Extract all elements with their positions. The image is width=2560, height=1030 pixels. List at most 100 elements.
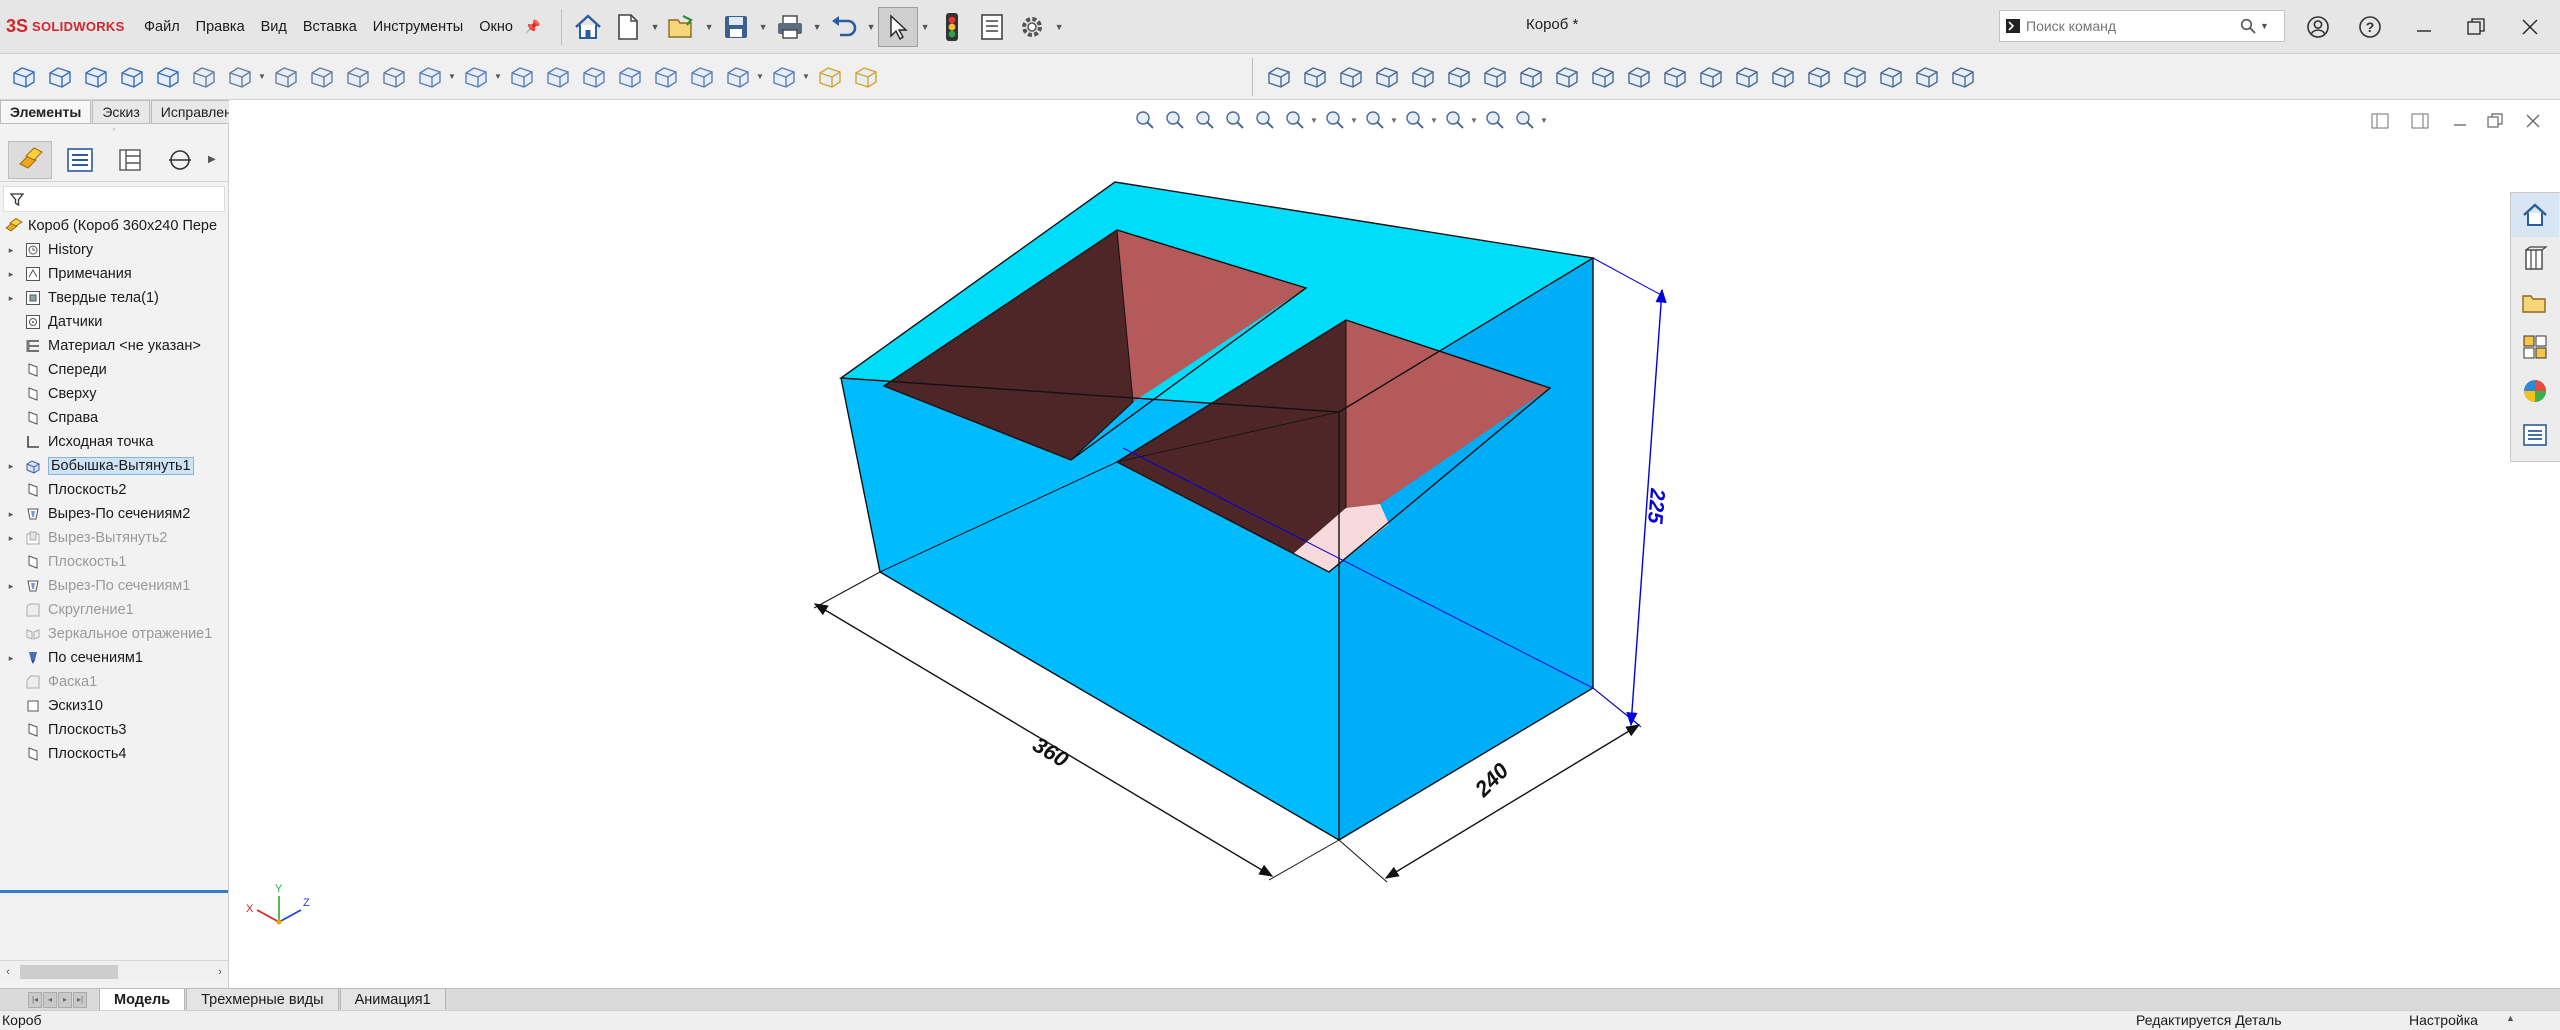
viewport-restore-icon[interactable] — [2478, 107, 2512, 135]
solidworks-resources-home-icon[interactable] — [2511, 193, 2559, 237]
tab-model[interactable]: Модель — [99, 988, 186, 1011]
rib-icon[interactable] — [504, 58, 540, 96]
last-tab-icon[interactable]: ▸| — [73, 991, 87, 1008]
units-dropdown-icon[interactable]: ▲ — [2506, 1013, 2515, 1023]
toolbar-dropdown-icon[interactable]: ▼ — [258, 72, 268, 81]
section-view-icon[interactable] — [1220, 105, 1250, 135]
hud-dropdown-icon[interactable]: ▼ — [1350, 116, 1360, 125]
tree-item[interactable]: ▸ History — [0, 238, 228, 262]
expand-arrow-icon[interactable]: ▸ — [0, 461, 22, 472]
help-icon[interactable]: ? — [2350, 8, 2390, 46]
expand-arrow-icon[interactable]: ▸ — [0, 533, 22, 544]
open-dropdown-icon[interactable]: ▼ — [702, 22, 716, 32]
tab-3d-views[interactable]: Трехмерные виды — [186, 988, 339, 1011]
save-dropdown-icon[interactable]: ▼ — [756, 22, 770, 32]
hud-dropdown-icon[interactable]: ▼ — [1540, 116, 1550, 125]
prev-tab-icon[interactable]: ◂ — [43, 991, 57, 1008]
first-tab-icon[interactable]: |◂ — [28, 991, 42, 1008]
boundary-cut-icon[interactable] — [376, 58, 412, 96]
reference-geometry-icon[interactable] — [720, 58, 756, 96]
section-properties-icon[interactable] — [1369, 58, 1405, 96]
save-icon[interactable] — [716, 7, 756, 47]
curves-icon[interactable] — [766, 58, 802, 96]
dimension-height-value[interactable]: 225 — [1643, 487, 1669, 525]
extruded-cut-icon[interactable] — [186, 58, 222, 96]
reload-icon[interactable] — [1729, 58, 1765, 96]
tree-item[interactable]: Плоскость2 — [0, 478, 228, 502]
linear-pattern-icon[interactable] — [458, 58, 494, 96]
thickness-icon[interactable] — [1837, 58, 1873, 96]
menu-insert[interactable]: Вставка — [295, 19, 365, 35]
tree-item[interactable]: ▸ Твердые тела(1) — [0, 286, 228, 310]
tab-animation[interactable]: Анимация1 — [339, 988, 446, 1011]
tree-item[interactable]: Скругление1 — [0, 598, 228, 622]
solidworks-logo[interactable]: 3S SOLIDWORKS — [0, 0, 136, 54]
menu-file[interactable]: Файл — [136, 19, 188, 35]
file-properties-icon[interactable] — [972, 7, 1012, 47]
draft-icon[interactable] — [576, 58, 612, 96]
expand-arrow-icon[interactable]: ▸ — [0, 509, 22, 520]
tree-item[interactable]: ▸ Вырез-Вытянуть2 — [0, 526, 228, 550]
print-icon[interactable] — [770, 7, 810, 47]
shell-icon[interactable] — [648, 58, 684, 96]
file-explorer-icon[interactable] — [2511, 281, 2559, 325]
tree-item[interactable]: ▸ Примечания — [0, 262, 228, 286]
previous-view-icon[interactable] — [1190, 105, 1220, 135]
next-tab-icon[interactable]: ▸ — [58, 991, 72, 1008]
view-palette-icon[interactable] — [2511, 325, 2559, 369]
tree-item[interactable]: Спереди — [0, 358, 228, 382]
restore-icon[interactable] — [2456, 8, 2496, 46]
measure-icon[interactable] — [1297, 58, 1333, 96]
hud-dropdown-icon[interactable]: ▼ — [1470, 116, 1480, 125]
status-units[interactable]: Настройка — [2409, 1012, 2478, 1028]
mass-properties-icon[interactable] — [1333, 58, 1369, 96]
undo-dropdown-icon[interactable]: ▼ — [864, 22, 878, 32]
rollback-bar[interactable] — [0, 890, 228, 893]
dimension-height[interactable]: 225 — [1592, 257, 1669, 727]
appearances-icon[interactable] — [2511, 369, 2559, 413]
pin-menu-icon[interactable]: 📌 — [525, 19, 541, 35]
intersect-icon[interactable] — [612, 58, 648, 96]
graphics-area[interactable]: 360 240 225 Y X Z — [229, 100, 2560, 988]
instant3d-icon[interactable] — [812, 58, 848, 96]
hud-dropdown-icon[interactable]: ▼ — [1430, 116, 1440, 125]
dimxpert-tab-icon[interactable] — [158, 141, 202, 179]
hud-dropdown-icon[interactable]: ▼ — [1390, 116, 1400, 125]
feature-manager-tab-icon[interactable] — [8, 140, 52, 179]
sensor-icon[interactable] — [1405, 58, 1441, 96]
view-orientation-icon[interactable] — [1280, 105, 1310, 135]
hole-wizard-icon[interactable] — [222, 58, 258, 96]
open-document-icon[interactable] — [662, 7, 702, 47]
dimension-length-value[interactable]: 360 — [1028, 732, 1073, 773]
import-diagnostics-icon[interactable] — [1477, 58, 1513, 96]
lofted-boss-icon[interactable] — [114, 58, 150, 96]
menu-view[interactable]: Вид — [253, 19, 295, 35]
viewport-split-left-icon[interactable] — [2363, 107, 2397, 135]
tree-item[interactable]: Эскиз10 — [0, 694, 228, 718]
extruded-boss-icon[interactable] — [6, 58, 42, 96]
parting-line-icon[interactable] — [1657, 58, 1693, 96]
tree-item[interactable]: ▸ По сечениям1 — [0, 646, 228, 670]
tree-item[interactable]: Справа — [0, 406, 228, 430]
options-gear-icon[interactable] — [1012, 7, 1052, 47]
toolbar-dropdown-icon[interactable]: ▼ — [802, 72, 812, 81]
dimension-width-value[interactable]: 240 — [1469, 757, 1514, 802]
undercut-analysis-icon[interactable] — [1621, 58, 1657, 96]
expand-arrow-icon[interactable]: ▸ — [0, 293, 22, 304]
property-manager-tab-icon[interactable] — [58, 141, 102, 179]
lofted-cut-icon[interactable] — [340, 58, 376, 96]
menu-tools[interactable]: Инструменты — [365, 19, 471, 35]
swept-cut-icon[interactable] — [304, 58, 340, 96]
tree-item[interactable]: Фаска1 — [0, 670, 228, 694]
tree-filter[interactable] — [3, 186, 225, 212]
swept-boss-icon[interactable] — [78, 58, 114, 96]
boundary-boss-icon[interactable] — [150, 58, 186, 96]
panel-grip-icon[interactable]: ◦ — [0, 124, 228, 138]
dynamic-annotation-icon[interactable] — [1250, 105, 1280, 135]
undo-icon[interactable] — [824, 7, 864, 47]
revolved-cut-icon[interactable] — [268, 58, 304, 96]
display-style-icon[interactable] — [1320, 105, 1350, 135]
user-account-icon[interactable] — [2298, 8, 2338, 46]
realview-icon[interactable] — [1480, 105, 1510, 135]
hud-dropdown-icon[interactable]: ▼ — [1310, 116, 1320, 125]
